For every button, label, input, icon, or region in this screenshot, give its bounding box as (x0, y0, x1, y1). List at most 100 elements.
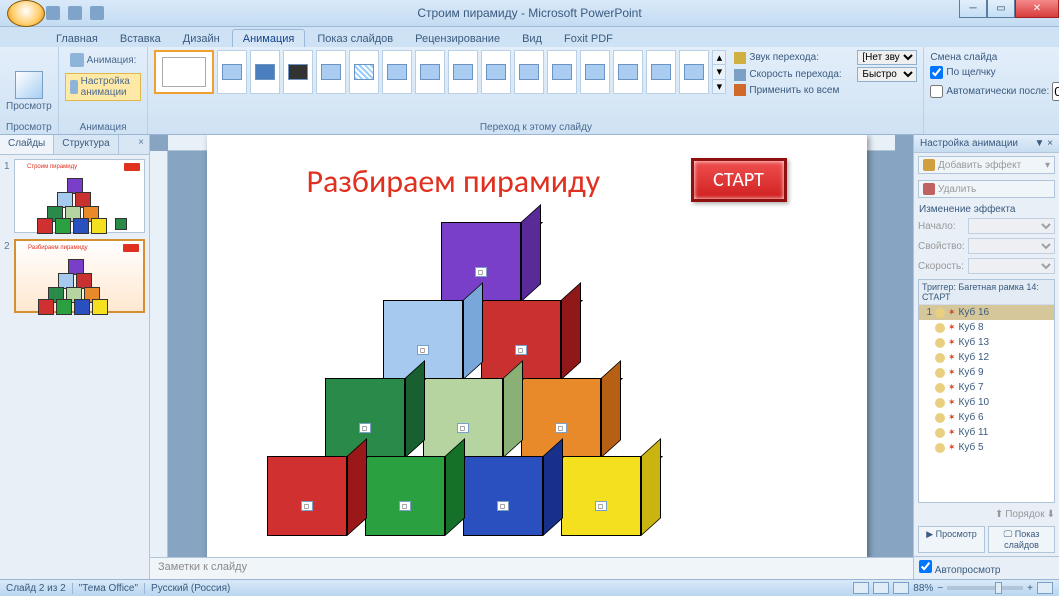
effect-item[interactable]: ✶Куб 8 (919, 320, 1054, 335)
remove-effect-button[interactable]: Удалить (918, 180, 1055, 198)
slide-title[interactable]: Разбираем пирамиду (307, 162, 601, 201)
effect-item[interactable]: 1✶Куб 16 (919, 305, 1054, 320)
applyall-label[interactable]: Применить ко всем (749, 85, 839, 96)
effect-item[interactable]: ✶Куб 11 (919, 425, 1054, 440)
star-icon (70, 53, 84, 67)
anim-marker-icon: ▢ (555, 423, 567, 433)
transition-item[interactable] (448, 50, 478, 94)
qat-save-icon[interactable] (46, 6, 60, 20)
tab-outline[interactable]: Структура (54, 135, 118, 154)
anim-marker-icon: ▢ (497, 501, 509, 511)
slideshow-button[interactable]: 🖵 Показ слайдов (988, 526, 1055, 553)
qat-redo-icon[interactable] (90, 6, 104, 20)
zoom-out-icon[interactable]: − (937, 583, 943, 594)
transition-item[interactable] (316, 50, 346, 94)
transition-item[interactable] (415, 50, 445, 94)
transition-item[interactable] (646, 50, 676, 94)
transition-item[interactable] (283, 50, 313, 94)
tab-design[interactable]: Дизайн (173, 30, 230, 47)
cube-c-green[interactable]: ▢ (365, 456, 465, 556)
effect-name: Куб 10 (959, 397, 990, 408)
fit-icon[interactable] (1037, 582, 1053, 594)
pane-dropdown-icon[interactable]: ▼ × (1034, 138, 1053, 149)
effect-item[interactable]: ✶Куб 9 (919, 365, 1054, 380)
change-section-label: Изменение эффекта (914, 201, 1059, 216)
slide[interactable]: Разбираем пирамиду СТАРТ ▢▢▢▢▢▢▢▢▢▢ (207, 135, 867, 557)
speed-select[interactable]: Быстро (857, 67, 917, 82)
thumbnail-list: 1 Строим пирамиду (0, 155, 149, 579)
effect-item[interactable]: ✶Куб 6 (919, 410, 1054, 425)
autoafter-input[interactable] (1052, 82, 1059, 101)
canvas[interactable]: Разбираем пирамиду СТАРТ ▢▢▢▢▢▢▢▢▢▢ (150, 135, 913, 557)
effect-item[interactable]: ✶Куб 10 (919, 395, 1054, 410)
tab-foxit[interactable]: Foxit PDF (554, 30, 623, 47)
effect-item[interactable]: ✶Куб 13 (919, 335, 1054, 350)
effect-item[interactable]: ✶Куб 7 (919, 380, 1054, 395)
preview-label: Просмотр (6, 101, 52, 112)
tab-review[interactable]: Рецензирование (405, 30, 510, 47)
play-button[interactable]: ▶ Просмотр (918, 526, 985, 553)
tab-home[interactable]: Главная (46, 30, 108, 47)
start-select[interactable] (968, 218, 1055, 234)
start-button[interactable]: СТАРТ (691, 158, 787, 202)
reorder-controls[interactable]: ⬆Порядок⬇ (918, 509, 1055, 520)
statusbar: Слайд 2 из 2 "Тема Office" Русский (Росс… (0, 579, 1059, 596)
cube-c-blue[interactable]: ▢ (463, 456, 563, 556)
transition-none[interactable] (154, 50, 214, 94)
onclick-checkbox[interactable] (930, 66, 943, 79)
zoom-level[interactable]: 88% (913, 583, 933, 594)
cube-c-red2[interactable]: ▢ (267, 456, 367, 556)
view-normal-icon[interactable] (853, 582, 869, 594)
transition-item[interactable] (679, 50, 709, 94)
zoom-slider[interactable] (947, 586, 1023, 590)
tab-slides[interactable]: Слайды (0, 135, 54, 154)
start-label: Начало: (918, 221, 968, 232)
transition-item[interactable] (580, 50, 610, 94)
clock-icon (935, 353, 945, 363)
anim-marker-icon: ▢ (515, 345, 527, 355)
view-sorter-icon[interactable] (873, 582, 889, 594)
property-select[interactable] (968, 238, 1055, 254)
cube-c-yellow[interactable]: ▢ (561, 456, 661, 556)
effect-item[interactable]: ✶Куб 5 (919, 440, 1054, 455)
zoom-in-icon[interactable]: + (1027, 583, 1033, 594)
transition-item[interactable] (250, 50, 280, 94)
panel-close-icon[interactable]: × (133, 135, 149, 154)
gallery-more-button[interactable]: ▴ ▾ ▾ (712, 50, 726, 94)
animation-pane-header: Настройка анимации ▼ × (914, 135, 1059, 153)
animation-dropdown[interactable]: Анимация: (65, 50, 142, 70)
exit-effect-icon: ✶ (948, 412, 956, 423)
animation-pane-button[interactable]: Настройка анимации (65, 73, 142, 101)
close-button[interactable]: ✕ (1015, 0, 1059, 18)
view-show-icon[interactable] (893, 582, 909, 594)
tab-slideshow[interactable]: Показ слайдов (307, 30, 403, 47)
thumbnail-2[interactable]: 2 Разбираем пирамиду (4, 239, 145, 313)
transition-item[interactable] (349, 50, 379, 94)
anim-marker-icon: ▢ (595, 501, 607, 511)
speed-label: Скорость перехода: (749, 69, 857, 80)
transition-item[interactable] (481, 50, 511, 94)
transition-item[interactable] (514, 50, 544, 94)
speed-select-r[interactable] (968, 258, 1055, 274)
office-button[interactable] (7, 0, 45, 27)
transition-item[interactable] (217, 50, 247, 94)
transition-item[interactable] (382, 50, 412, 94)
autoafter-checkbox[interactable] (930, 85, 943, 98)
slide-area: Разбираем пирамиду СТАРТ ▢▢▢▢▢▢▢▢▢▢ Заме… (150, 135, 913, 579)
transition-item[interactable] (547, 50, 577, 94)
minimize-button[interactable]: ─ (959, 0, 987, 18)
language-info[interactable]: Русский (Россия) (151, 583, 230, 594)
preview-icon[interactable] (15, 71, 43, 99)
tab-insert[interactable]: Вставка (110, 30, 171, 47)
transition-item[interactable] (613, 50, 643, 94)
notes-pane[interactable]: Заметки к слайду (150, 557, 913, 579)
qat-undo-icon[interactable] (68, 6, 82, 20)
maximize-button[interactable]: ▭ (987, 0, 1015, 18)
add-effect-button[interactable]: Добавить эффект▾ (918, 156, 1055, 174)
thumbnail-1[interactable]: 1 Строим пирамиду (4, 159, 145, 233)
tab-view[interactable]: Вид (512, 30, 552, 47)
autopreview-checkbox[interactable]: Автопросмотр (919, 565, 1000, 576)
tab-animations[interactable]: Анимация (232, 29, 306, 47)
effect-item[interactable]: ✶Куб 12 (919, 350, 1054, 365)
sound-select[interactable]: [Нет звука] (857, 50, 917, 65)
